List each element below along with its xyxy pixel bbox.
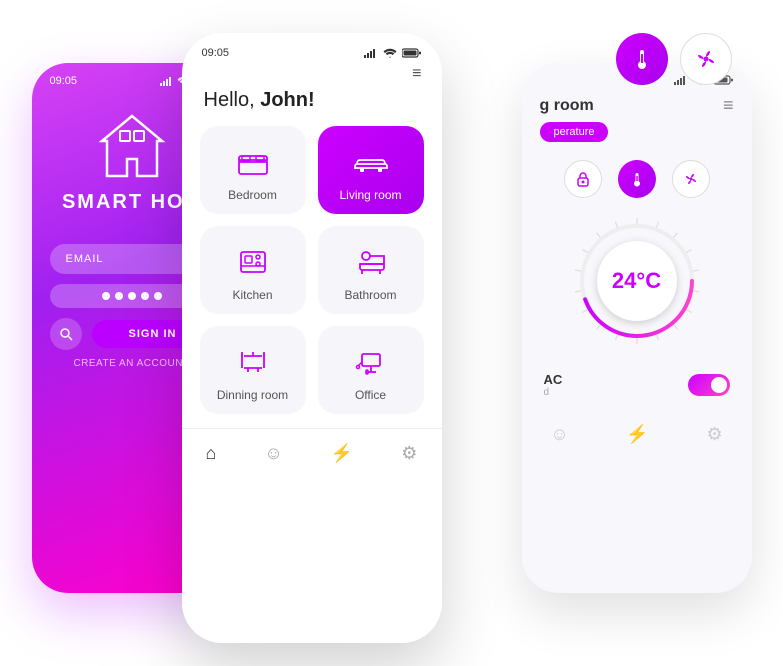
right-nav-lightning[interactable]: ⚡ — [626, 424, 648, 445]
right-nav-bar: ☺ ⚡ ⚙ — [522, 414, 752, 455]
left-time: 09:05 — [50, 75, 78, 87]
ac-status: d — [544, 387, 563, 398]
bedroom-label: Bedroom — [228, 188, 277, 202]
ac-info: AC d — [544, 372, 563, 398]
thermostat-dial[interactable]: 24°C — [522, 206, 752, 356]
nav-profile-icon[interactable]: ☺ — [264, 443, 282, 464]
right-nav-settings[interactable]: ⚙ — [706, 424, 722, 445]
right-room-title: g room — [540, 97, 594, 115]
screens-container: 09:05 SMART HON EMAIL — [32, 23, 752, 643]
kitchen-label: Kitchen — [232, 288, 272, 302]
nav-settings-icon[interactable]: ⚙ — [401, 443, 417, 464]
fan-float-icon — [680, 33, 732, 85]
right-nav-profile[interactable]: ☺ — [550, 424, 568, 445]
thermometer-float-icon — [616, 33, 668, 85]
room-card-living[interactable]: Living room — [318, 126, 424, 214]
nav-home-icon[interactable]: ⌂ — [206, 443, 217, 464]
greeting-text: Hello, John! — [182, 83, 442, 126]
right-phone: g room ≡ perature — [522, 63, 752, 593]
search-icon[interactable] — [50, 318, 82, 350]
room-card-bathroom[interactable]: Bathroom — [318, 226, 424, 314]
mid-time: 09:05 — [202, 47, 230, 59]
lock-icon-circle[interactable] — [564, 160, 602, 198]
mid-nav-bar: ⌂ ☺ ⚡ ⚙ — [182, 428, 442, 478]
ac-row: AC d — [522, 364, 752, 406]
living-room-label: Living room — [339, 188, 401, 202]
room-card-dinning[interactable]: Dinning room — [200, 326, 306, 414]
temperature-display: 24°C — [612, 268, 661, 294]
room-card-office[interactable]: Office — [318, 326, 424, 414]
right-menu-icon[interactable]: ≡ — [723, 95, 734, 116]
float-icons — [616, 33, 732, 85]
ac-label: AC — [544, 372, 563, 387]
menu-icon[interactable]: ≡ — [182, 65, 442, 83]
ac-toggle[interactable] — [688, 374, 730, 396]
bathroom-label: Bathroom — [344, 288, 396, 302]
toggle-knob — [711, 377, 727, 393]
mid-phone: 09:05 ≡ Hello, John! Bedroom — [182, 33, 442, 643]
fan-icon-circle[interactable] — [672, 160, 710, 198]
room-card-kitchen[interactable]: Kitchen — [200, 226, 306, 314]
room-card-bedroom[interactable]: Bedroom — [200, 126, 306, 214]
right-header: g room ≡ — [522, 89, 752, 122]
mid-status-bar: 09:05 — [182, 33, 442, 65]
email-label: EMAIL — [66, 253, 104, 265]
office-label: Office — [355, 388, 386, 402]
thermometer-icon-circle[interactable] — [618, 160, 656, 198]
right-controls-row — [522, 160, 752, 198]
temp-badge: perature — [522, 122, 752, 152]
nav-lightning-icon[interactable]: ⚡ — [331, 443, 353, 464]
dinning-room-label: Dinning room — [217, 388, 288, 402]
rooms-grid: Bedroom Living room — [182, 126, 442, 414]
